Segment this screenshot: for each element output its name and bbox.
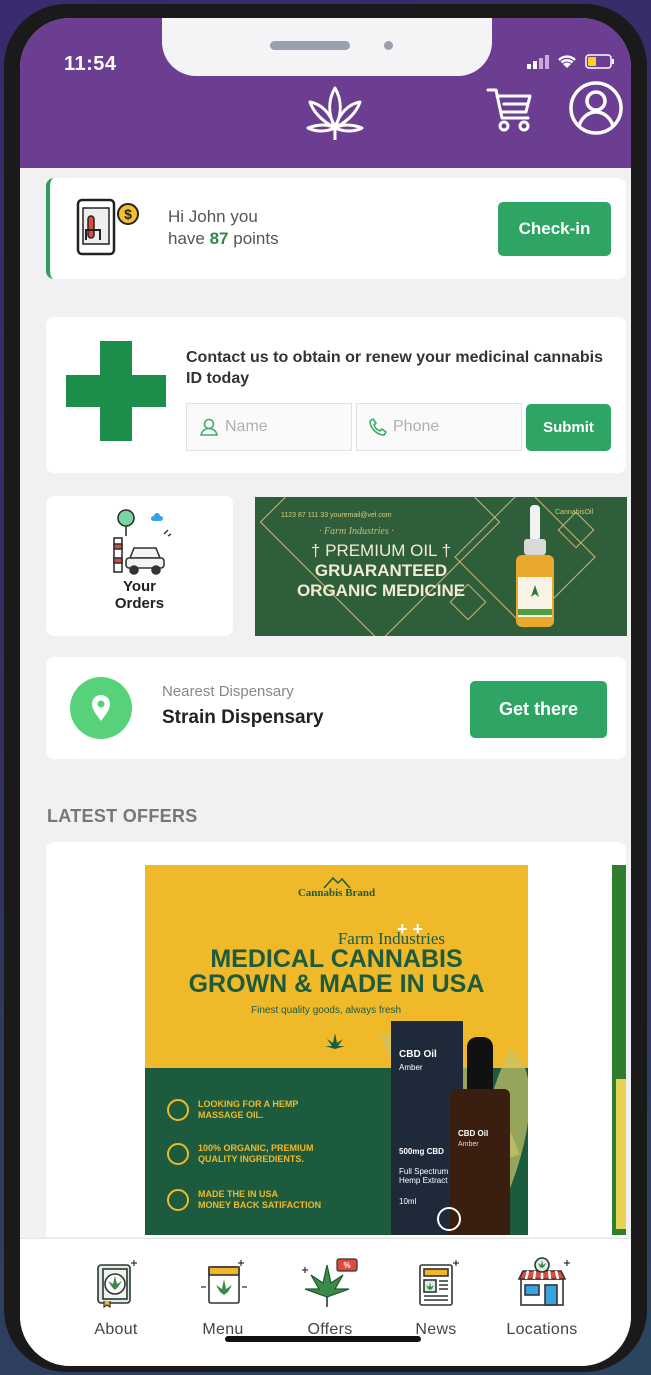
banner-contact: 1123 87 111 33 youremail@vel.com: [281, 512, 392, 519]
submit-button[interactable]: Submit: [526, 404, 611, 451]
tab-locations[interactable]: Locations: [492, 1257, 592, 1339]
status-icons: [527, 54, 615, 74]
phone-placeholder: Phone: [393, 418, 440, 435]
banner-corner-logo: CannabisOil: [555, 509, 594, 516]
notch-camera: [384, 41, 393, 50]
leaf-icon: [325, 1033, 345, 1049]
storefront-icon: [517, 1257, 570, 1306]
orders-label-line2: Orders: [114, 595, 165, 612]
offers-section-title: LATEST OFFERS: [47, 806, 198, 826]
offer-tagline: Finest quality goods, always fresh: [251, 1005, 402, 1016]
tab-offers[interactable]: % Offers: [280, 1257, 380, 1339]
sparkle-icon: + +: [397, 919, 424, 939]
cannabis-leaf-icon[interactable]: [300, 84, 370, 144]
shopping-cart-icon[interactable]: [484, 84, 536, 136]
money-icon: [167, 1189, 189, 1211]
offer-bullet: 100% ORGANIC, PREMIUM QUALITY INGREDIENTS…: [167, 1143, 314, 1165]
points-greeting: Hi John you have 87 points: [168, 206, 279, 250]
dispensary-subtitle: Nearest Dispensary: [162, 683, 294, 700]
heart-icon: [167, 1143, 189, 1165]
oil-bottle-image: [516, 505, 554, 627]
medical-cross-icon: [66, 341, 166, 441]
orders-card[interactable]: Your Orders: [46, 496, 233, 636]
newspaper-icon: [419, 1260, 459, 1306]
tab-about-label: About: [94, 1321, 138, 1338]
offer-brand: Cannabis Brand: [297, 887, 376, 899]
promo-banner[interactable]: 1123 87 111 33 youremail@vel.com · Farm …: [255, 497, 627, 636]
wifi-icon: [557, 54, 577, 74]
banner-line2: GRUARANTEED: [314, 561, 448, 580]
tab-about[interactable]: About: [66, 1257, 166, 1339]
offer-bullet: LOOKING FOR A HEMP MASSAGE OIL.: [167, 1099, 298, 1121]
offer-headline-line2: GROWN & MADE IN USA: [188, 970, 485, 998]
app-header: 11:54: [20, 18, 631, 168]
tab-news[interactable]: News: [386, 1257, 486, 1339]
name-placeholder: Name: [225, 418, 268, 435]
delivery-car-icon: [104, 508, 176, 578]
svg-text:%: %: [343, 1261, 350, 1270]
battery-icon: [585, 54, 615, 74]
phone-frame: 11:54 $ Hi John you have 87 points Check…: [4, 4, 647, 1372]
phone-icon: [369, 418, 387, 436]
greeting-line1: Hi John you: [168, 207, 258, 226]
orders-label: Your Orders: [46, 578, 233, 612]
dropper-cap: [467, 1037, 493, 1093]
user-circle-icon[interactable]: [568, 80, 624, 136]
app-screen: 11:54 $ Hi John you have 87 points Check…: [20, 18, 631, 1366]
device-notch: [162, 18, 492, 76]
user-icon: [200, 418, 218, 436]
notch-speaker: [270, 41, 350, 50]
status-time: 11:54: [64, 53, 117, 75]
get-there-button[interactable]: Get there: [470, 681, 607, 738]
tab-menu[interactable]: Menu: [173, 1257, 273, 1339]
greeting-suffix: points: [228, 229, 279, 248]
contact-card: Contact us to obtain or renew your medic…: [46, 317, 626, 473]
menu-leaf-icon: [201, 1260, 247, 1304]
points-card: $ Hi John you have 87 points Check-in: [46, 178, 626, 279]
phone-tap-coin-icon: $: [74, 196, 146, 260]
orders-label-line1: Your: [122, 578, 157, 595]
checkin-button[interactable]: Check-in: [498, 202, 611, 256]
location-pin-icon: [70, 677, 132, 739]
offer-card[interactable]: Cannabis Brand Farm Industries + + MEDIC…: [145, 865, 528, 1235]
phone-field[interactable]: Phone: [356, 403, 522, 451]
bottom-tab-bar: About Menu % Offers News Locations: [20, 1238, 631, 1366]
offer-headline-line1: MEDICAL CANNABIS: [210, 945, 463, 973]
svg-text:$: $: [124, 206, 132, 222]
offer-card-next[interactable]: [612, 865, 626, 1235]
dispensary-name: Strain Dispensary: [162, 707, 324, 728]
offer-bullet: MADE THE IN USA MONEY BACK SATIFACTION: [167, 1189, 321, 1211]
banner-line1: † PREMIUM OIL †: [310, 541, 452, 560]
greeting-prefix: have: [168, 229, 210, 248]
name-field[interactable]: Name: [186, 403, 352, 451]
banner-line3: ORGANIC MEDICINE: [296, 581, 466, 600]
smile-icon: [167, 1099, 189, 1121]
dispensary-card: Nearest Dispensary Strain Dispensary Get…: [46, 657, 626, 759]
leaf-discount-icon: %: [302, 1258, 358, 1307]
tab-locations-label: Locations: [506, 1321, 578, 1338]
carousel-indicator[interactable]: [437, 1207, 461, 1231]
banner-brand: · Farm Industries ·: [319, 526, 394, 537]
contact-title: Contact us to obtain or renew your medic…: [186, 349, 603, 387]
greeting-line2: have 87 points: [168, 228, 279, 250]
offers-carousel[interactable]: Cannabis Brand Farm Industries + + MEDIC…: [46, 842, 626, 1237]
offer-headline: MEDICAL CANNABIS GROWN & MADE IN USA: [145, 947, 528, 997]
signal-icon: [527, 54, 549, 74]
book-leaf-icon: [97, 1260, 137, 1309]
home-indicator[interactable]: [225, 1336, 421, 1342]
points-value: 87: [209, 229, 229, 248]
